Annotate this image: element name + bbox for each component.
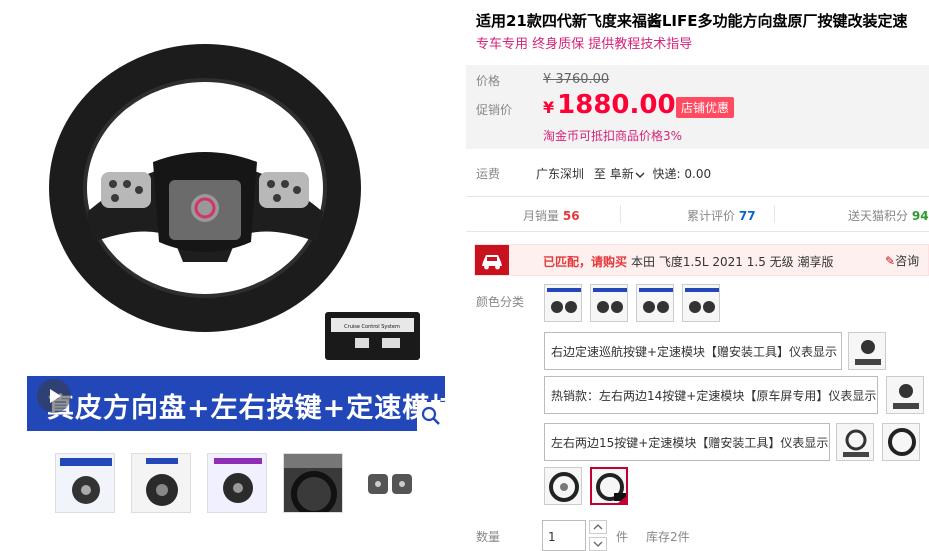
monthly-sales: 月销量 56: [523, 209, 580, 223]
video-play-icon[interactable]: [37, 379, 71, 413]
product-page: Cruise Control System 真皮方向盘+左右按键+定速模块 适用…: [0, 0, 929, 551]
sku-option-thumb[interactable]: [848, 332, 886, 370]
main-product-image[interactable]: Cruise Control System 真皮方向盘+左右按键+定速模块: [27, 12, 445, 431]
sale-price: ¥1880.00: [543, 90, 676, 120]
sku-option[interactable]: 左右两边15按键+定速模块【赠安装工具】仪表显示: [544, 423, 830, 461]
chevron-down-icon: [635, 172, 645, 178]
vehicle-match-bar[interactable]: 已匹配，请购买 本田 飞度1.5L 2021 1.5 无级 潮享版 ✎咨询: [474, 244, 929, 276]
sku-option-thumb[interactable]: [544, 284, 582, 322]
ship-to-word: 至: [593, 167, 606, 181]
sku-option[interactable]: 热销款：左右两边14按键+定速模块【原车屏专用】仪表显示: [544, 376, 878, 414]
currency-symbol: ¥: [543, 98, 555, 117]
thumbnail[interactable]: [131, 453, 191, 513]
steering-wheel-image: Cruise Control System: [49, 44, 420, 360]
total-reviews[interactable]: 累计评价 77: [687, 207, 756, 224]
banner-text: 真皮方向盘+左右按键+定速模块: [47, 393, 445, 424]
original-price: ¥ 3760.00: [543, 72, 610, 87]
sku-option-thumb-selected[interactable]: [590, 467, 628, 505]
tmall-points: 送天猫积分 94: [848, 209, 929, 223]
ship-to: 阜新: [609, 167, 634, 181]
shipping-info: 广东深圳 至 阜新 快递: 0.00: [536, 165, 711, 182]
sku-option-thumb[interactable]: [882, 423, 920, 461]
ship-from: 广东深圳: [536, 167, 585, 181]
sale-price-label: 促销价: [476, 103, 513, 117]
original-price-label: 价格: [476, 74, 501, 88]
divider: [620, 205, 621, 223]
quantity-input[interactable]: 1: [542, 520, 586, 551]
thumbnail[interactable]: [207, 453, 267, 513]
sku-option-thumb[interactable]: [590, 284, 628, 322]
sku-option-thumb[interactable]: [636, 284, 674, 322]
sale-price-value: 1880.00: [557, 90, 676, 120]
sku-option-thumb[interactable]: [836, 423, 874, 461]
chevron-down-icon: [593, 541, 603, 547]
divider: [774, 205, 775, 223]
chevron-up-icon: [593, 524, 603, 530]
match-label: 已匹配，请购买: [543, 255, 628, 269]
consult-link[interactable]: ✎咨询: [885, 252, 919, 269]
matched-vehicle: 本田 飞度1.5L 2021 1.5 无级 潮享版: [631, 255, 834, 269]
sku-label: 颜色分类: [476, 295, 525, 309]
sku-option-thumb[interactable]: [886, 376, 924, 414]
quantity-decrease-button[interactable]: [589, 537, 607, 551]
sku-option-thumb[interactable]: [682, 284, 720, 322]
coin-discount-text: 淘金币可抵扣商品价格3%: [543, 129, 683, 143]
shipping-label: 运费: [476, 167, 501, 181]
sales-stats-bar: 月销量 56 累计评价 77 送天猫积分 94: [466, 196, 929, 232]
sku-option[interactable]: 右边定速巡航按键+定速模块【赠安装工具】仪表显示: [544, 332, 842, 370]
svg-text:Cruise Control System: Cruise Control System: [344, 324, 400, 330]
thumbnail[interactable]: [283, 453, 343, 513]
cruise-module-image: Cruise Control System: [325, 312, 420, 360]
stock-text: 库存2件: [646, 530, 690, 544]
quantity-label: 数量: [476, 530, 501, 544]
thumbnail[interactable]: [55, 453, 115, 513]
ship-to-select[interactable]: 阜新: [610, 167, 645, 181]
shop-discount-badge[interactable]: 店铺优惠: [676, 97, 735, 118]
car-icon: [475, 245, 509, 275]
quantity-increase-button[interactable]: [589, 520, 607, 534]
sku-option-thumb[interactable]: [544, 467, 582, 505]
product-title: 适用21款四代新飞度来福酱LIFE多功能方向盘原厂按键改装定速: [476, 12, 908, 30]
express-fee: 快递: 0.00: [652, 167, 712, 181]
product-subtitle: 专车专用 终身质保 提供教程技术指导: [476, 37, 693, 52]
pencil-icon: ✎: [885, 254, 896, 268]
thumbnail[interactable]: [359, 453, 419, 513]
quantity-unit: 件: [616, 530, 629, 544]
promo-banner: 真皮方向盘+左右按键+定速模块: [27, 376, 445, 431]
zoom-icon[interactable]: [417, 402, 445, 431]
